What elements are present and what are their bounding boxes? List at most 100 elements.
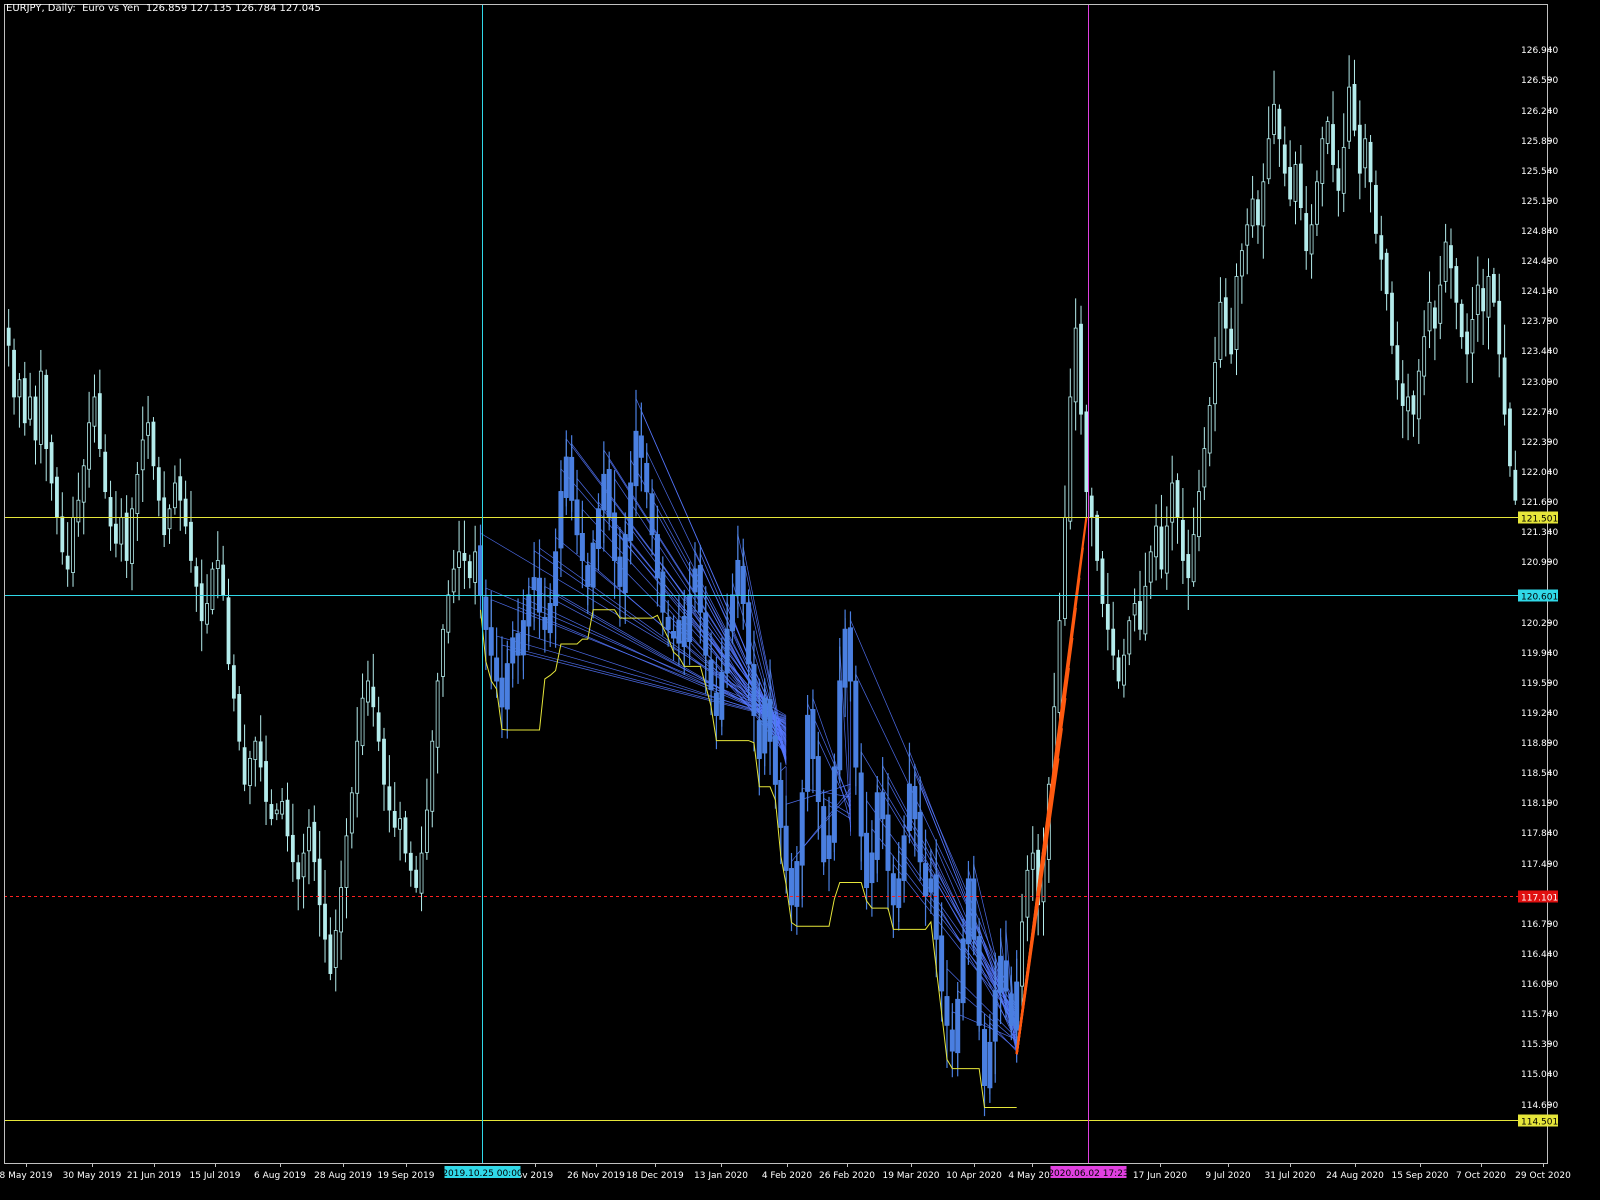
overlay-candle-body [853, 680, 859, 768]
overlay-candle-body [955, 998, 961, 1054]
candle-body [1325, 121, 1330, 144]
candle-body [457, 551, 461, 568]
candle-body [1025, 869, 1030, 918]
candle-body [55, 476, 59, 518]
overlay-candle-body [976, 936, 982, 1026]
candle-body [280, 801, 285, 815]
overlay-candle-body [504, 663, 510, 710]
candle-body [1513, 469, 1518, 501]
candle-body [1341, 146, 1346, 194]
candle-body [1363, 138, 1368, 169]
candle-body [403, 817, 408, 854]
overlay-candle-body [676, 620, 682, 644]
overlay-candle-body [847, 627, 853, 682]
overlay-candle-body [949, 1029, 955, 1052]
candle-body [1143, 585, 1148, 635]
candle-body [1293, 164, 1298, 202]
red-level-label: 117.101 [1521, 894, 1558, 904]
candle-body [1266, 138, 1271, 180]
price-tick-label: 120.290 [1521, 619, 1558, 629]
price-tick-label: 114.690 [1521, 1101, 1558, 1111]
time-tick-label: 8 May 2019 [0, 1171, 53, 1181]
candle-body [1089, 495, 1094, 518]
overlay-candle-body [708, 659, 714, 691]
time-tick-label: 19 Mar 2020 [882, 1171, 939, 1181]
candle-body [333, 930, 338, 968]
overlay-candle-body [654, 534, 660, 579]
candle-body [435, 680, 440, 748]
candle-body [1309, 224, 1314, 255]
candle-body [189, 521, 193, 561]
overlay-candle-body [671, 631, 677, 639]
candle-body [1454, 266, 1459, 303]
candle-body [462, 552, 467, 561]
candle-body [387, 786, 392, 811]
overlay-candle-body [783, 825, 789, 871]
time-tick-label: 19 Sep 2019 [377, 1171, 434, 1181]
overlay-candle-body [933, 874, 939, 940]
overlay-candle-body [644, 462, 650, 493]
overlay-candle-body [1008, 993, 1014, 1026]
overlay-candle-body [499, 677, 505, 708]
yellow-level-bottom-label: 114.501 [1521, 1118, 1558, 1128]
overlay-candle-body [520, 620, 526, 656]
price-chart[interactable]: 126.940 126.590 126.240 125.890 125.540 125.1… [0, 0, 1600, 1200]
candle-body [1084, 411, 1089, 493]
candle-body [1186, 554, 1191, 579]
candle-body [1261, 181, 1266, 227]
overlay-candle-body [756, 720, 762, 759]
price-tick-label: 125.890 [1521, 137, 1558, 147]
candle-body [33, 396, 38, 441]
candle-body [1234, 276, 1239, 350]
candle-body [1416, 370, 1421, 420]
overlay-candle-body [687, 594, 693, 642]
candle-body [392, 811, 397, 828]
price-tick-label: 116.090 [1521, 980, 1558, 990]
candle-body [92, 396, 97, 427]
candle-body [339, 887, 344, 933]
overlay-candle-body [998, 955, 1004, 993]
candle-body [140, 439, 145, 471]
candle-body [1470, 319, 1475, 354]
overlay-candle-body [649, 493, 655, 536]
overlay-candle-body [703, 612, 709, 656]
candle-body [1438, 284, 1443, 324]
time-tick-label: 13 Jan 2020 [694, 1171, 748, 1181]
overlay-candle-body [735, 559, 741, 597]
time-tick-label: 29 Oct 2020 [1515, 1171, 1571, 1181]
candle-body [323, 903, 327, 940]
candle-body [28, 396, 33, 420]
candle-body [269, 804, 274, 820]
candle-body [1481, 288, 1486, 312]
time-tick-label: 26 Feb 2020 [819, 1171, 875, 1181]
price-tick-label: 126.590 [1521, 76, 1558, 86]
candle-body [60, 516, 65, 553]
overlay-candle-body [799, 792, 805, 866]
candle-body [1502, 357, 1507, 415]
candle-body [430, 740, 435, 812]
candle-body [1298, 163, 1303, 209]
overlay-candle-body [595, 508, 601, 549]
price-tick-label: 118.890 [1521, 739, 1558, 749]
candle-body [44, 374, 49, 449]
overlay-candle-body [579, 533, 585, 561]
candle-body [108, 497, 113, 527]
price-tick-label: 119.240 [1521, 709, 1558, 719]
time-tick-label: 6 Aug 2019 [254, 1171, 306, 1181]
candle-body [135, 474, 140, 514]
candle-body [1491, 274, 1496, 303]
candle-body [12, 349, 16, 398]
overlay-candle-body [762, 697, 768, 754]
overlay-candle-body [912, 786, 918, 820]
candle-body [376, 712, 381, 742]
candle-body [215, 560, 220, 569]
candle-body [81, 465, 86, 503]
overlay-candle-body [982, 1029, 988, 1086]
overlay-candle-body [992, 990, 998, 1042]
price-tick-label: 119.590 [1521, 679, 1558, 689]
candle-body [1449, 245, 1453, 269]
chart-title: EURJPY, Daily: Euro vs Yen 126.859 127.1… [6, 3, 321, 14]
price-tick-label: 125.540 [1521, 167, 1558, 177]
overlay-candle-body [740, 566, 746, 605]
candle-body [1164, 525, 1169, 574]
